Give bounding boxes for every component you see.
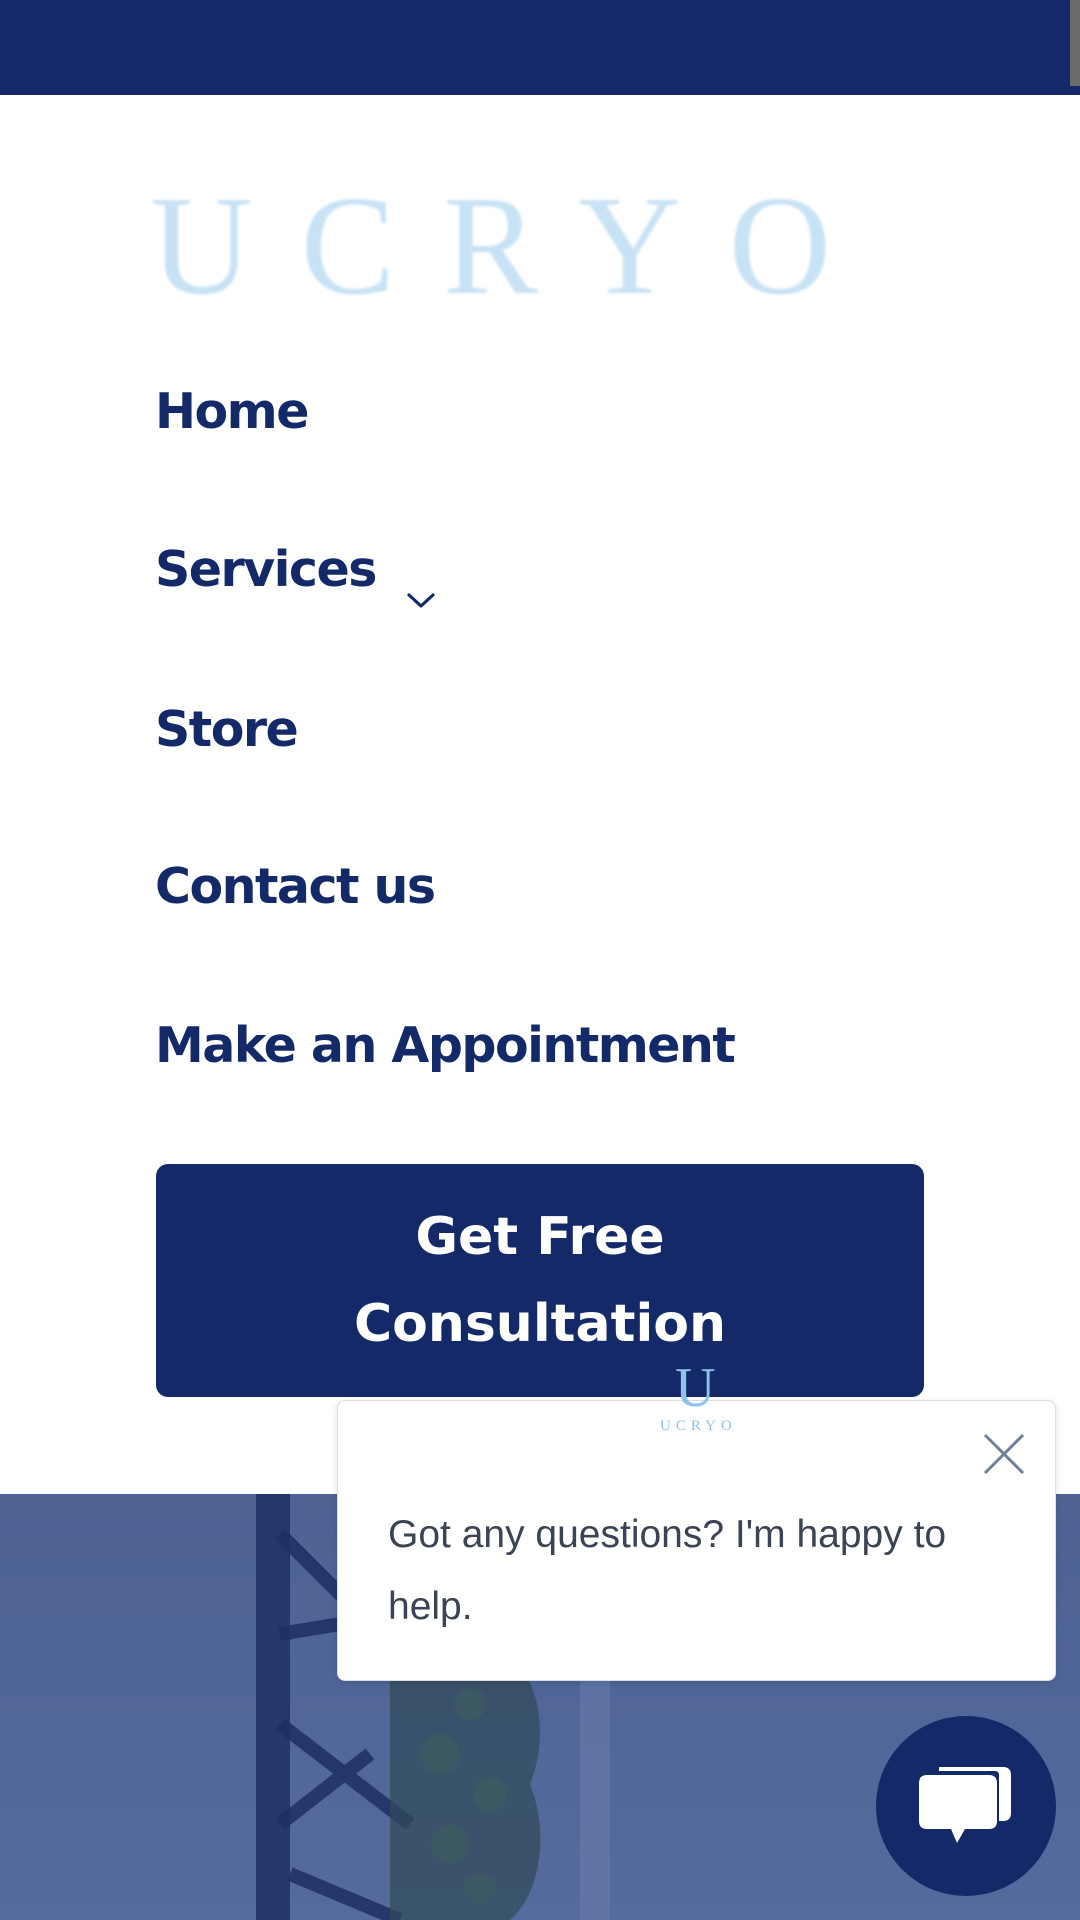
cta-label-line2: Consultation xyxy=(353,1293,727,1354)
nav-item-appointment[interactable]: Make an Appointment xyxy=(155,1016,736,1076)
ucryo-logo[interactable]: UCRYO xyxy=(150,166,880,324)
get-free-consultation-button[interactable]: Get Free Consultation xyxy=(156,1164,924,1397)
cta-label: Get Free Consultation xyxy=(340,1194,740,1368)
nav-item-services[interactable]: Services xyxy=(155,540,436,608)
scrollbar[interactable] xyxy=(1070,0,1080,86)
nav-item-services-label: Services xyxy=(155,541,377,598)
avatar-letter: U xyxy=(675,1357,716,1419)
logo-wordmark: UCRYO xyxy=(150,166,880,324)
avatar-text: UCRYO xyxy=(660,1418,737,1434)
top-bar xyxy=(0,0,1080,95)
chat-greeting-message: Got any questions? I'm happy to help. xyxy=(388,1513,947,1628)
nav-item-home[interactable]: Home xyxy=(155,382,309,442)
close-icon[interactable] xyxy=(981,1431,1027,1477)
chat-greeting-popup[interactable]: Got any questions? I'm happy to help. xyxy=(337,1400,1056,1681)
chevron-down-icon[interactable] xyxy=(406,564,436,608)
chat-launcher-button[interactable] xyxy=(876,1716,1056,1896)
nav-item-contact[interactable]: Contact us xyxy=(155,857,436,917)
page: UCRYO Home Services Store Contact us Mak… xyxy=(0,0,1080,1920)
chat-agent-avatar: U UCRYO xyxy=(655,1360,735,1440)
nav-item-store[interactable]: Store xyxy=(155,700,299,760)
chat-bubble-icon xyxy=(919,1767,1011,1843)
cta-label-line1: Get Free xyxy=(415,1206,665,1267)
